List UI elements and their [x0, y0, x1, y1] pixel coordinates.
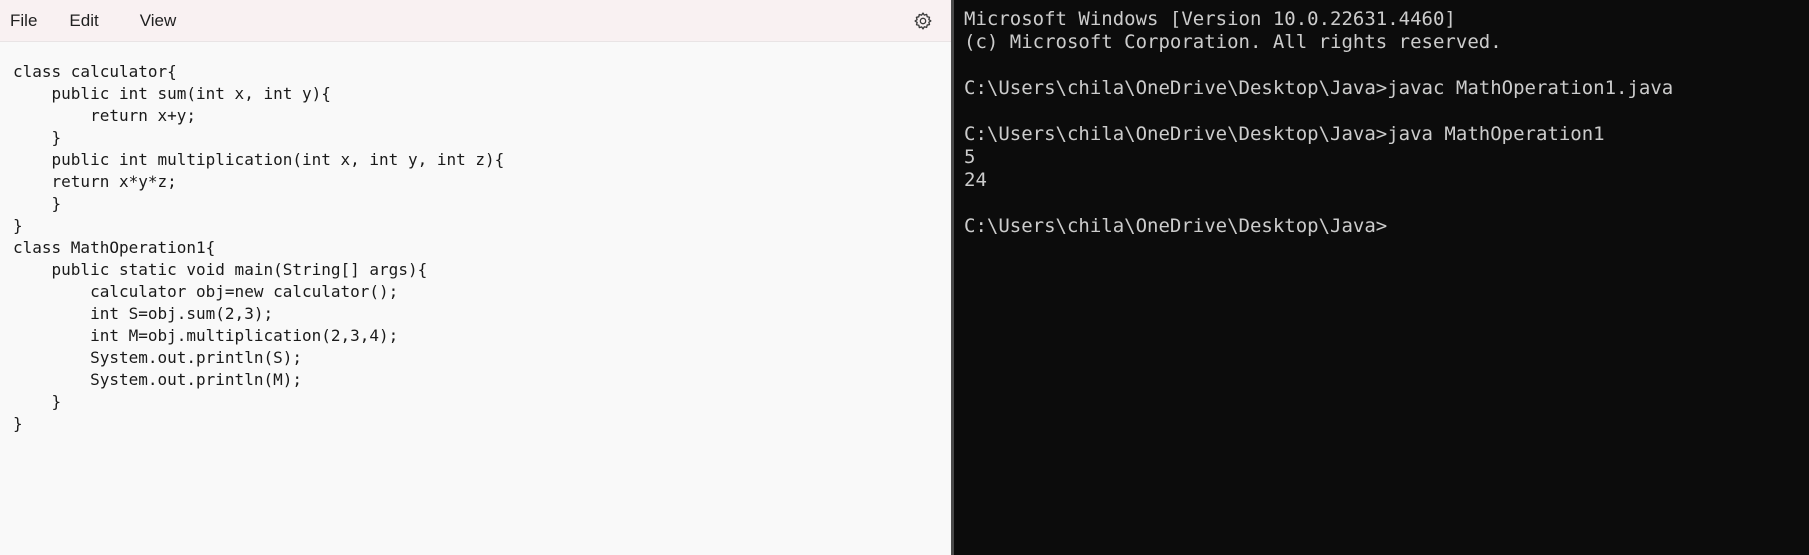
code-line: calculator obj=new calculator();: [13, 282, 399, 301]
menu-edit[interactable]: Edit: [62, 0, 124, 42]
code-line: System.out.println(M);: [13, 370, 302, 389]
code-line: return x*y*z;: [13, 172, 177, 191]
code-line: class MathOperation1{: [13, 238, 216, 257]
notepad-window: File Edit View class calculator{ public …: [0, 0, 951, 555]
code-line: }: [13, 216, 23, 235]
code-line: }: [13, 392, 62, 411]
settings-button[interactable]: [911, 9, 935, 33]
menu-bar: File Edit View: [0, 0, 951, 42]
code-line: System.out.println(S);: [13, 348, 302, 367]
code-line: class calculator{: [13, 62, 177, 81]
code-line: }: [13, 128, 62, 147]
code-line: public static void main(String[] args){: [13, 260, 428, 279]
code-line: int S=obj.sum(2,3);: [13, 304, 274, 323]
command-prompt[interactable]: Microsoft Windows [Version 10.0.22631.44…: [954, 0, 1809, 555]
terminal-line: C:\Users\chila\OneDrive\Desktop\Java>jav…: [964, 77, 1674, 99]
code-line: public int multiplication(int x, int y, …: [13, 150, 505, 169]
text-editor[interactable]: class calculator{ public int sum(int x, …: [0, 42, 951, 555]
terminal-line: (c) Microsoft Corporation. All rights re…: [964, 31, 1502, 53]
terminal-line: Microsoft Windows [Version 10.0.22631.44…: [964, 8, 1456, 30]
terminal-line: 24: [964, 169, 987, 191]
terminal-line: C:\Users\chila\OneDrive\Desktop\Java>jav…: [964, 123, 1605, 145]
code-line: int M=obj.multiplication(2,3,4);: [13, 326, 399, 345]
screen: File Edit View class calculator{ public …: [0, 0, 1809, 555]
code-line: return x+y;: [13, 106, 197, 125]
gear-icon: [914, 12, 932, 30]
menu-view[interactable]: View: [125, 0, 192, 42]
code-line: }: [13, 194, 62, 213]
terminal-line: 5: [964, 146, 976, 168]
terminal-line: C:\Users\chila\OneDrive\Desktop\Java>: [964, 215, 1388, 237]
code-line: public int sum(int x, int y){: [13, 84, 331, 103]
code-line: }: [13, 414, 23, 433]
menu-file[interactable]: File: [0, 0, 62, 42]
